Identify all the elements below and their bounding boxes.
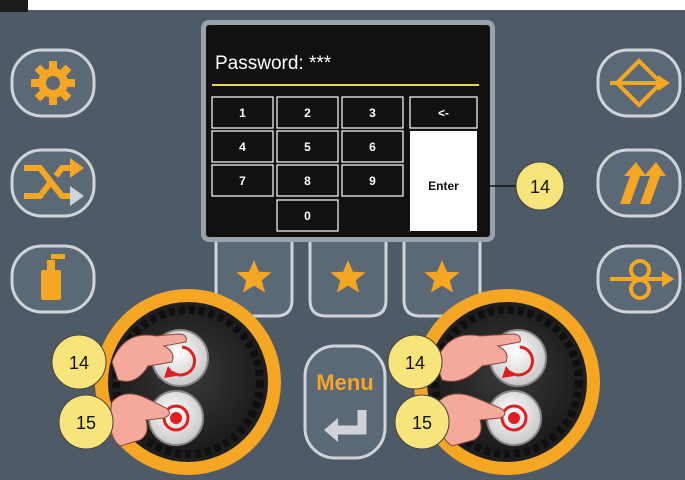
key-2[interactable]: 2 bbox=[276, 96, 339, 129]
enter-label: Enter bbox=[428, 179, 459, 193]
key-label: 9 bbox=[369, 174, 376, 188]
left-press-callout: 15 bbox=[58, 394, 114, 450]
spray-button[interactable] bbox=[10, 244, 96, 314]
key-backspace[interactable]: <- bbox=[409, 96, 478, 129]
key-6[interactable]: 6 bbox=[341, 130, 404, 163]
right-turn-callout: 14 bbox=[387, 334, 443, 390]
key-0[interactable]: 0 bbox=[276, 199, 339, 232]
key-7[interactable]: 7 bbox=[211, 164, 274, 197]
key-3[interactable]: 3 bbox=[341, 96, 404, 129]
key-9[interactable]: 9 bbox=[341, 164, 404, 197]
menu-button[interactable]: Menu bbox=[303, 344, 387, 460]
gear-icon bbox=[31, 61, 75, 105]
diamond-arrow-button[interactable] bbox=[596, 48, 682, 118]
key-4[interactable]: 4 bbox=[211, 130, 274, 163]
backspace-label: <- bbox=[438, 106, 449, 120]
callout-number: 15 bbox=[76, 413, 96, 433]
key-label: 6 bbox=[369, 140, 376, 154]
callout-number: 14 bbox=[405, 353, 425, 373]
key-5[interactable]: 5 bbox=[276, 130, 339, 163]
settings-button[interactable] bbox=[10, 48, 96, 118]
left-turn-callout: 14 bbox=[51, 334, 107, 390]
menu-label: Menu bbox=[316, 370, 373, 395]
enter-key[interactable]: Enter bbox=[410, 131, 477, 231]
left-knob[interactable] bbox=[95, 289, 281, 475]
key-1[interactable]: 1 bbox=[211, 96, 274, 129]
key-label: 4 bbox=[239, 140, 246, 154]
key-label: 7 bbox=[239, 174, 246, 188]
callout-number: 14 bbox=[69, 353, 89, 373]
key-8[interactable]: 8 bbox=[276, 164, 339, 197]
key-label: 5 bbox=[304, 140, 311, 154]
shuffle-button[interactable] bbox=[10, 148, 96, 218]
wire-feed-button[interactable] bbox=[596, 244, 682, 314]
key-label: 2 bbox=[304, 106, 311, 120]
password-label: Password: *** bbox=[215, 53, 332, 74]
right-knob[interactable] bbox=[414, 289, 600, 475]
control-panel: Password: *** 1 2 3 <- 4 5 6 7 8 9 0 Ent… bbox=[0, 0, 685, 480]
key-label: 1 bbox=[239, 106, 246, 120]
callout-number: 14 bbox=[530, 177, 550, 197]
favorite-button-2[interactable] bbox=[308, 234, 388, 318]
key-label: 0 bbox=[304, 209, 311, 223]
right-press-callout: 15 bbox=[394, 394, 450, 450]
double-arrow-button[interactable] bbox=[596, 148, 682, 218]
key-label: 3 bbox=[369, 106, 376, 120]
display-screen: Password: *** 1 2 3 <- 4 5 6 7 8 9 0 Ent… bbox=[201, 20, 495, 242]
key-label: 8 bbox=[304, 174, 311, 188]
callout-number: 15 bbox=[412, 413, 432, 433]
